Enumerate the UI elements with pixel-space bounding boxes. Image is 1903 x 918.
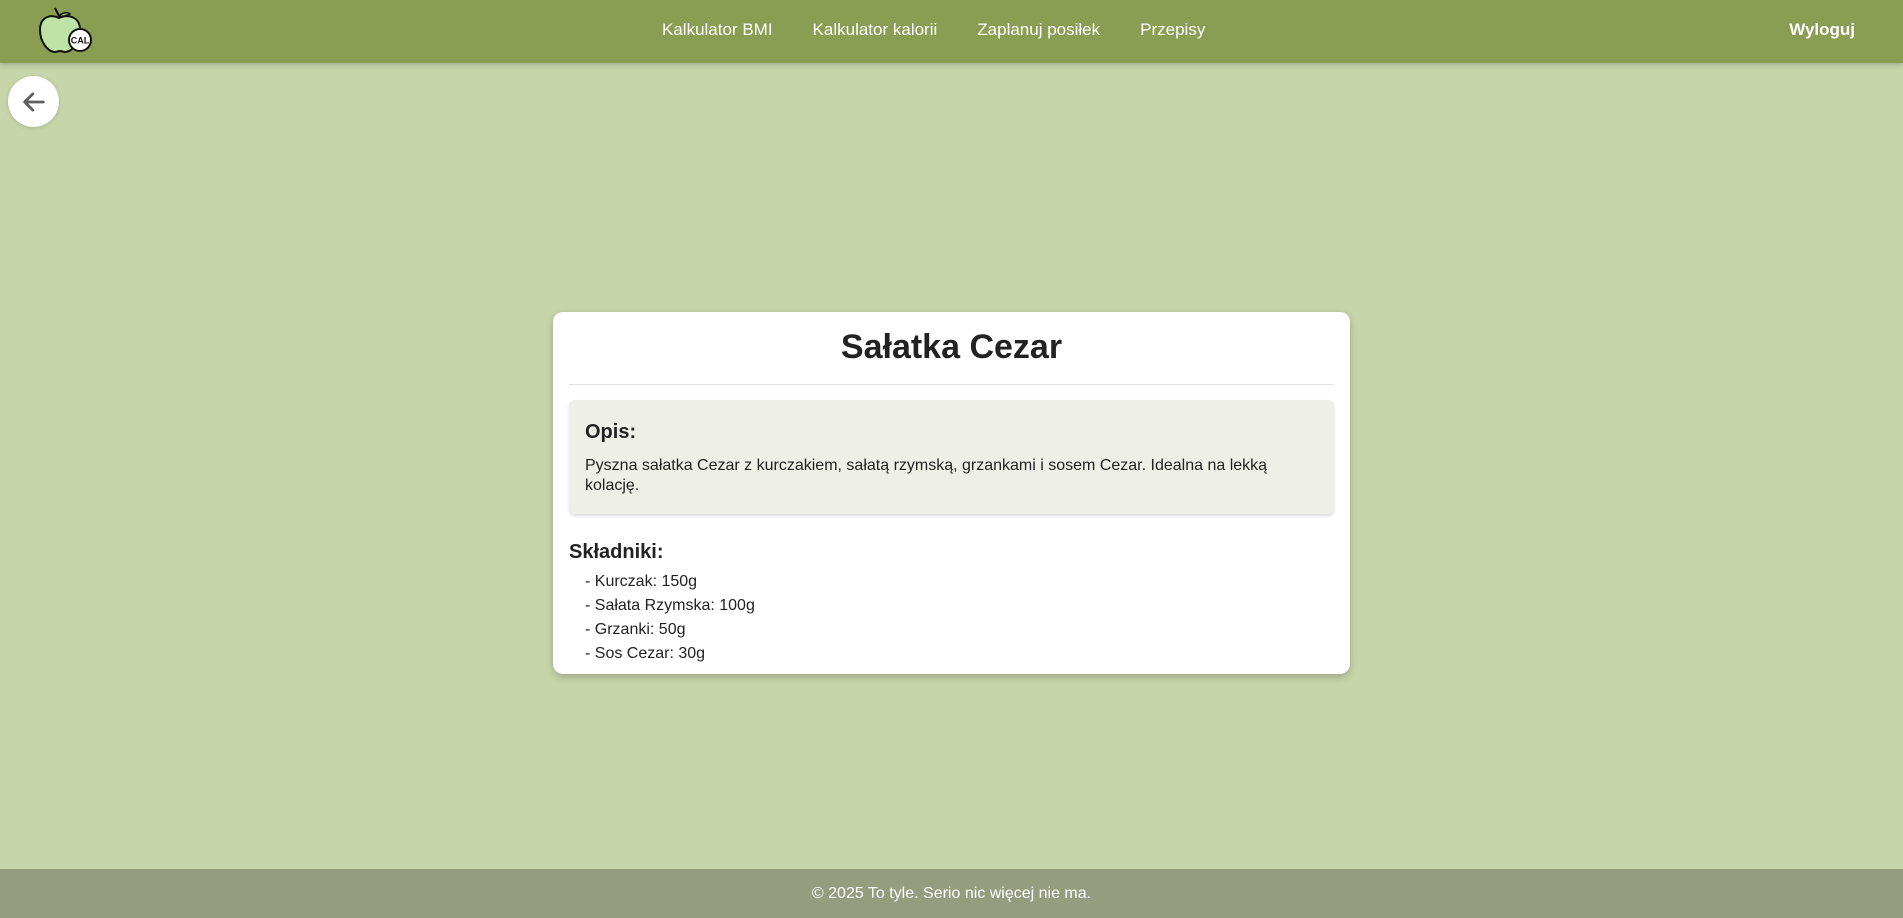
logo-badge-text: CAL: [71, 36, 90, 46]
main-nav: Kalkulator BMI Kalkulator kalorii Zaplan…: [662, 0, 1205, 60]
recipe-title: Sałatka Cezar: [569, 327, 1334, 385]
back-button[interactable]: [8, 76, 59, 127]
ingredient-item: - Kurczak: 150g: [585, 573, 698, 590]
description-text: Pyszna sałatka Cezar z kurczakiem, sałat…: [585, 457, 1268, 494]
top-navbar: CAL Kalkulator BMI Kalkulator kalorii Za…: [0, 0, 1903, 63]
footer-text: © 2025 To tyle. Serio nic więcej nie ma.: [811, 884, 1092, 902]
description-box: Opis: Pyszna sałatka Cezar z kurczakiem,…: [569, 400, 1334, 514]
nav-item-calorie-calculator[interactable]: Kalkulator kalorii: [813, 20, 938, 40]
nav-item-plan-meal[interactable]: Zaplanuj posiłek: [977, 20, 1100, 40]
nav-item-recipes[interactable]: Przepisy: [1140, 20, 1205, 40]
ingredients-list: - Kurczak: 150g - Sałata Rzymska: 100g -…: [569, 570, 1334, 666]
ingredients-label: Składniki:: [569, 541, 664, 563]
recipe-card: Sałatka Cezar Opis: Pyszna sałatka Cezar…: [553, 312, 1350, 674]
arrow-left-icon: [22, 91, 45, 112]
footer: © 2025 To tyle. Serio nic więcej nie ma.: [0, 869, 1903, 918]
ingredient-item: - Sałata Rzymska: 100g: [585, 597, 755, 614]
ingredient-item: - Sos Cezar: 30g: [585, 645, 706, 662]
app-logo[interactable]: CAL: [38, 6, 94, 54]
nav-item-bmi-calculator[interactable]: Kalkulator BMI: [662, 20, 773, 40]
ingredient-item: - Grzanki: 50g: [585, 621, 686, 638]
logout-button[interactable]: Wyloguj: [1789, 0, 1855, 60]
description-label: Opis:: [585, 421, 637, 443]
apple-logo-icon: CAL: [38, 7, 92, 54]
